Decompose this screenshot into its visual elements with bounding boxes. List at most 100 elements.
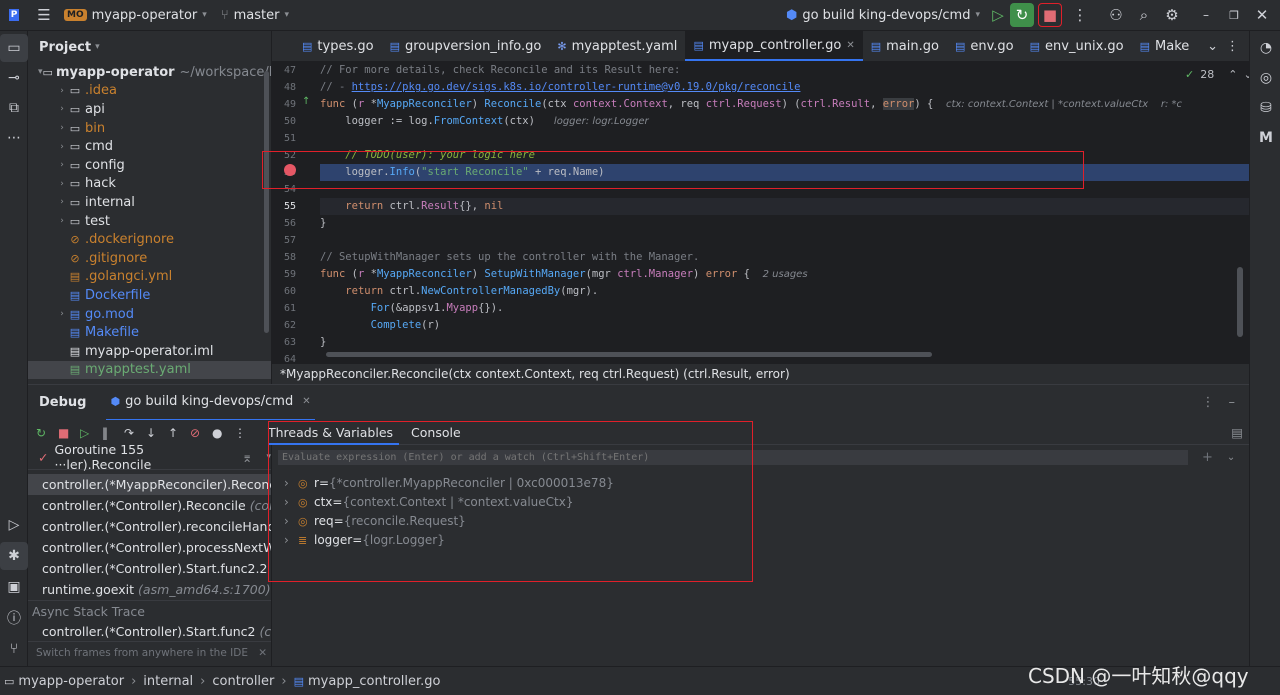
stack-frame[interactable]: runtime.goexit(asm_amd64.s:1700) runti: [28, 579, 271, 600]
ai-assistant-icon[interactable]: ◎: [1252, 64, 1280, 92]
tab-types-go[interactable]: ▤ types.go: [294, 31, 382, 61]
run-icon[interactable]: ▷: [986, 3, 1010, 27]
debug-session-tab[interactable]: ⬢ go build king-devops/cmd ✕: [106, 385, 315, 421]
tab-env-unix-go[interactable]: ▤ env_unix.go: [1022, 31, 1132, 61]
breadcrumb-item[interactable]: controller: [212, 674, 274, 689]
breadcrumb-item[interactable]: internal: [143, 674, 193, 689]
step-over-icon[interactable]: ↷: [124, 426, 142, 440]
line-number[interactable]: 57: [272, 232, 320, 249]
stack-frame[interactable]: controller.(*Controller).Reconcile(contr…: [28, 495, 271, 516]
close-icon[interactable]: ✕: [1250, 3, 1274, 27]
chevron-down-icon[interactable]: ⌄: [1207, 39, 1218, 54]
function-signature[interactable]: *MyappReconciler.Reconcile(ctx context.C…: [280, 367, 790, 381]
line-number[interactable]: 59: [272, 266, 320, 283]
stack-frame[interactable]: controller.(*Controller).processNextWork…: [28, 537, 271, 558]
view-breakpoints-icon[interactable]: ●: [212, 426, 230, 440]
breadcrumb-item[interactable]: myapp_controller.go: [308, 674, 441, 689]
more-options-icon[interactable]: ⋮: [1202, 395, 1215, 410]
line-number[interactable]: 51: [272, 130, 320, 147]
tab-env-go[interactable]: ▤ env.go: [947, 31, 1022, 61]
add-user-icon[interactable]: ⚇: [1104, 3, 1128, 27]
tab-make[interactable]: ▤ Make: [1132, 31, 1198, 61]
restore-icon[interactable]: ❐: [1222, 3, 1246, 27]
app-logo-icon[interactable]: P: [2, 3, 26, 27]
tree-item--idea[interactable]: › ▭ .idea: [28, 82, 271, 101]
resume-icon[interactable]: ▷: [80, 426, 98, 440]
run-tool-icon[interactable]: ▷: [0, 511, 28, 539]
pause-icon[interactable]: ‖: [102, 426, 120, 440]
step-out-icon[interactable]: ↑: [168, 426, 186, 440]
line-number[interactable]: 49: [272, 96, 320, 113]
problems-icon[interactable]: ⓘ: [0, 604, 28, 632]
mute-breakpoints-icon[interactable]: ⊘: [190, 426, 208, 440]
project-switcher[interactable]: MO myapp-operator ▾: [64, 8, 207, 23]
stack-frame[interactable]: controller.(*Controller).Start.func2.2(c…: [28, 558, 271, 579]
tree-item-api[interactable]: › ▭ api: [28, 100, 271, 119]
chevron-down-icon[interactable]: ⌄: [1243, 68, 1249, 81]
tree-item-myapptest-yaml[interactable]: ▤ myapptest.yaml: [28, 360, 271, 380]
stop-icon[interactable]: ■: [1038, 3, 1062, 27]
line-number[interactable]: 48: [272, 79, 320, 96]
close-icon[interactable]: ✕: [846, 40, 854, 51]
line-number[interactable]: 56: [272, 215, 320, 232]
line-number[interactable]: 61: [272, 300, 320, 317]
terminal-icon[interactable]: ▣: [0, 573, 28, 601]
tree-item--golangci-yml[interactable]: ▤ .golangci.yml: [28, 268, 271, 287]
line-number[interactable]: 50: [272, 113, 320, 130]
chevron-down-icon[interactable]: ⌄: [1227, 452, 1235, 463]
folder-icon[interactable]: ▭: [0, 34, 28, 62]
tab-main-go[interactable]: ▤ main.go: [863, 31, 947, 61]
database-icon[interactable]: ⛁: [1252, 94, 1280, 122]
tree-item-makefile[interactable]: ▤ Makefile: [28, 323, 271, 342]
tree-item-go-mod[interactable]: › ▤ go.mod: [28, 305, 271, 324]
notifications-icon[interactable]: ◔: [1252, 34, 1280, 62]
tree-item-config[interactable]: › ▭ config: [28, 156, 271, 175]
editor-vscrollbar[interactable]: [1237, 267, 1243, 337]
tree-item-hack[interactable]: › ▭ hack: [28, 175, 271, 194]
line-number[interactable]: 55: [272, 198, 320, 215]
add-watch-icon[interactable]: +: [1202, 450, 1213, 465]
close-icon[interactable]: ✕: [302, 396, 310, 407]
run-config-selector[interactable]: ⬢ go build king-devops/cmd ▾: [786, 8, 980, 23]
more-icon[interactable]: ⋮: [234, 426, 252, 440]
close-icon[interactable]: ✕: [258, 642, 267, 664]
tree-item-dockerfile[interactable]: ▤ Dockerfile: [28, 286, 271, 305]
tree-item-cmd[interactable]: › ▭ cmd: [28, 137, 271, 156]
stack-frame[interactable]: controller.(*Controller).reconcileHandle…: [28, 516, 271, 537]
stack-frame[interactable]: controller.(*MyappReconciler).Reconcile(…: [28, 474, 271, 495]
more-actions-icon[interactable]: ⋮: [1068, 3, 1092, 27]
main-menu-icon[interactable]: ☰: [32, 3, 56, 27]
chevron-up-icon[interactable]: ⌃: [1228, 68, 1237, 81]
commit-icon[interactable]: ⊸: [0, 64, 28, 92]
code-editor[interactable]: // For more details, check Reconcile and…: [320, 62, 1249, 363]
line-number[interactable]: 62: [272, 317, 320, 334]
rerun-debug-icon[interactable]: ↻: [1010, 3, 1034, 27]
editor-hscrollbar[interactable]: [326, 352, 932, 357]
tab-myapp-controller-go[interactable]: ▤ myapp_controller.go ✕: [685, 31, 863, 61]
line-number[interactable]: 63: [272, 334, 320, 351]
tree-item-bin[interactable]: › ▭ bin: [28, 119, 271, 138]
line-number[interactable]: 58: [272, 249, 320, 266]
tree-root[interactable]: ▾ ▭ myapp-operator ~/workspace/king-: [28, 63, 271, 82]
gear-icon[interactable]: ⚙: [1160, 3, 1184, 27]
tree-item-test[interactable]: › ▭ test: [28, 212, 271, 231]
line-number[interactable]: 47: [272, 62, 320, 79]
branch-switcher[interactable]: ⑂ master ▾: [221, 8, 289, 23]
tree-item--dockerignore[interactable]: ⊘ .dockerignore: [28, 230, 271, 249]
bug-icon[interactable]: ✱: [0, 542, 28, 570]
tab-groupversion-info-go[interactable]: ▤ groupversion_info.go: [382, 31, 550, 61]
more-tabs-icon[interactable]: ⋮: [1226, 39, 1239, 54]
breadcrumb-item[interactable]: myapp-operator: [18, 674, 124, 689]
line-number[interactable]: 60: [272, 283, 320, 300]
minimize-panel-icon[interactable]: –: [1229, 395, 1236, 410]
stop-icon[interactable]: ■: [58, 426, 76, 440]
layout-icon[interactable]: ▤: [1231, 425, 1243, 440]
make-icon[interactable]: M: [1252, 124, 1280, 152]
tree-item-internal[interactable]: › ▭ internal: [28, 193, 271, 212]
tab-myapptest-yaml[interactable]: ✻ myapptest.yaml: [549, 31, 685, 61]
tree-scrollbar[interactable]: [264, 71, 269, 333]
structure-icon[interactable]: ⧉: [0, 94, 28, 122]
project-panel-header[interactable]: Project ▾: [28, 31, 271, 63]
goroutine-selector[interactable]: ✓ Goroutine 155 ···ler).Reconcile ⌆ ▾: [28, 445, 271, 472]
rerun-icon[interactable]: ↻: [36, 426, 54, 440]
